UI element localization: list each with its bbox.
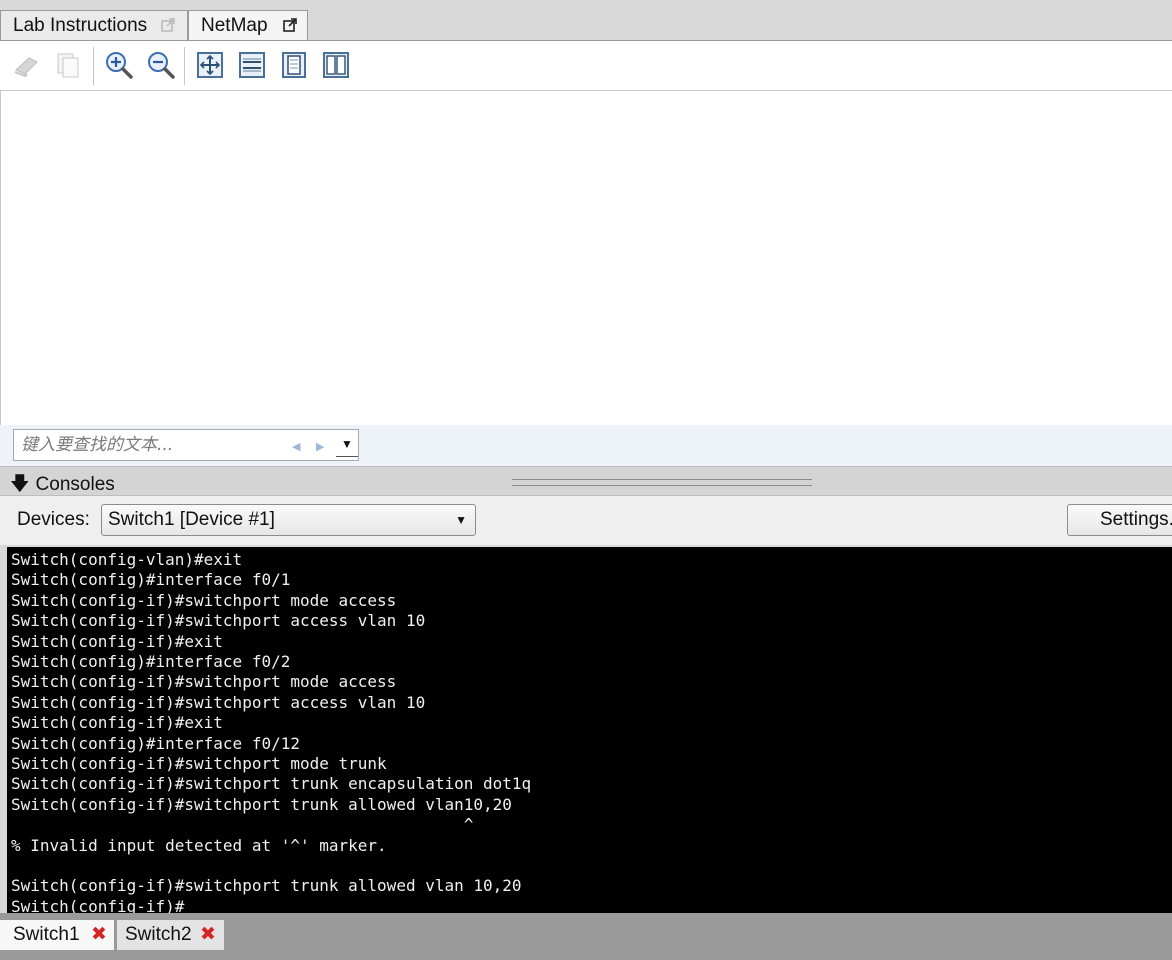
fit-to-page-icon[interactable] bbox=[195, 50, 225, 80]
device-select-value: Switch1 [Device #1] bbox=[108, 509, 275, 530]
devices-row: Devices: Switch1 [Device #1] ▼ Settings.… bbox=[0, 495, 1172, 545]
find-box: ◀ ▶ ▼ bbox=[13, 429, 359, 461]
external-link-icon[interactable] bbox=[283, 18, 297, 32]
splitter-handle[interactable] bbox=[512, 479, 812, 486]
zoom-in-icon[interactable] bbox=[104, 50, 134, 80]
chevron-down-icon: ▼ bbox=[455, 513, 467, 527]
copy-icon[interactable] bbox=[53, 50, 83, 80]
terminal-line: Switch(config-if)#switchport access vlan… bbox=[11, 692, 426, 712]
terminal-line: % Invalid input detected at '^' marker. bbox=[11, 835, 387, 855]
tab-switch1-label: Switch1 bbox=[13, 924, 80, 945]
close-icon[interactable]: ✖ bbox=[91, 920, 107, 950]
terminal-line: Switch(config)#interface f0/2 bbox=[11, 652, 291, 671]
terminal-line: Switch(config-if)#switchport access vlan… bbox=[11, 611, 426, 631]
toolbar-separator bbox=[93, 47, 94, 85]
external-link-icon[interactable] bbox=[161, 18, 175, 32]
tab-switch2-label: Switch2 bbox=[125, 924, 192, 945]
devices-label: Devices: bbox=[17, 509, 90, 530]
tab-lab-instructions[interactable]: Lab Instructions bbox=[0, 10, 188, 40]
tab-netmap[interactable]: NetMap bbox=[188, 10, 308, 40]
find-options-dropdown-icon[interactable]: ▼ bbox=[336, 434, 358, 457]
console-tab-bar: Switch1 ✖ Switch2 ✖ bbox=[0, 913, 1172, 960]
find-next-icon[interactable]: ▶ bbox=[316, 440, 324, 453]
close-icon[interactable]: ✖ bbox=[200, 920, 216, 950]
zoom-out-icon[interactable] bbox=[146, 50, 176, 80]
terminal-line: Switch(config-if)#switchport mode trunk bbox=[11, 754, 387, 773]
tab-switch1[interactable]: Switch1 ✖ bbox=[0, 920, 114, 950]
settings-button-label: Settings... bbox=[1100, 509, 1172, 530]
terminal-line: Switch(config)#interface f0/1 bbox=[11, 570, 291, 590]
terminal-line: Switch(config-if)#switchport mode access bbox=[11, 672, 397, 692]
tab-lab-instructions-label: Lab Instructions bbox=[13, 15, 148, 36]
consoles-title-label: Consoles bbox=[35, 474, 115, 495]
document-view[interactable] bbox=[0, 91, 1172, 425]
consoles-header: 🡇 Consoles bbox=[0, 466, 1172, 495]
tab-netmap-label: NetMap bbox=[201, 15, 268, 36]
find-previous-icon[interactable]: ◀ bbox=[292, 440, 300, 453]
terminal-line: Switch(config-if)#switchport trunk encap… bbox=[11, 774, 532, 794]
device-select[interactable]: Switch1 [Device #1] ▼ bbox=[101, 504, 476, 536]
fit-to-width-icon[interactable] bbox=[237, 50, 267, 80]
single-page-icon[interactable] bbox=[279, 50, 309, 80]
find-input[interactable] bbox=[15, 431, 297, 459]
terminal-line: Switch(config-if)#exit bbox=[11, 713, 223, 733]
two-page-icon[interactable] bbox=[321, 50, 351, 80]
terminal-line: Switch(config)#interface f0/12 bbox=[11, 733, 300, 753]
tab-switch2[interactable]: Switch2 ✖ bbox=[117, 920, 224, 950]
settings-button[interactable]: Settings... bbox=[1067, 504, 1172, 536]
top-tab-bar: Lab Instructions NetMap bbox=[0, 0, 1172, 41]
terminal-line: Switch(config-if)#switchport trunk allow… bbox=[11, 876, 522, 896]
terminal-line: Switch(config-vlan)#exit bbox=[11, 550, 243, 569]
toolbar-separator bbox=[184, 47, 185, 85]
terminal-line: Switch(config-if)#exit bbox=[11, 631, 223, 651]
print-icon[interactable] bbox=[11, 50, 41, 80]
terminal-console[interactable]: Switch(config-vlan)#exit Switch(config)#i… bbox=[7, 547, 1172, 916]
terminal-line: ^ bbox=[11, 815, 474, 835]
find-bar: ◀ ▶ ▼ bbox=[0, 425, 1172, 466]
terminal-line: Switch(config-if)#switchport mode access bbox=[11, 590, 397, 610]
toolbar bbox=[0, 40, 1172, 91]
arrow-down-icon: 🡇 bbox=[10, 474, 30, 495]
terminal-line: Switch(config-if)#switchport trunk allow… bbox=[11, 794, 512, 814]
